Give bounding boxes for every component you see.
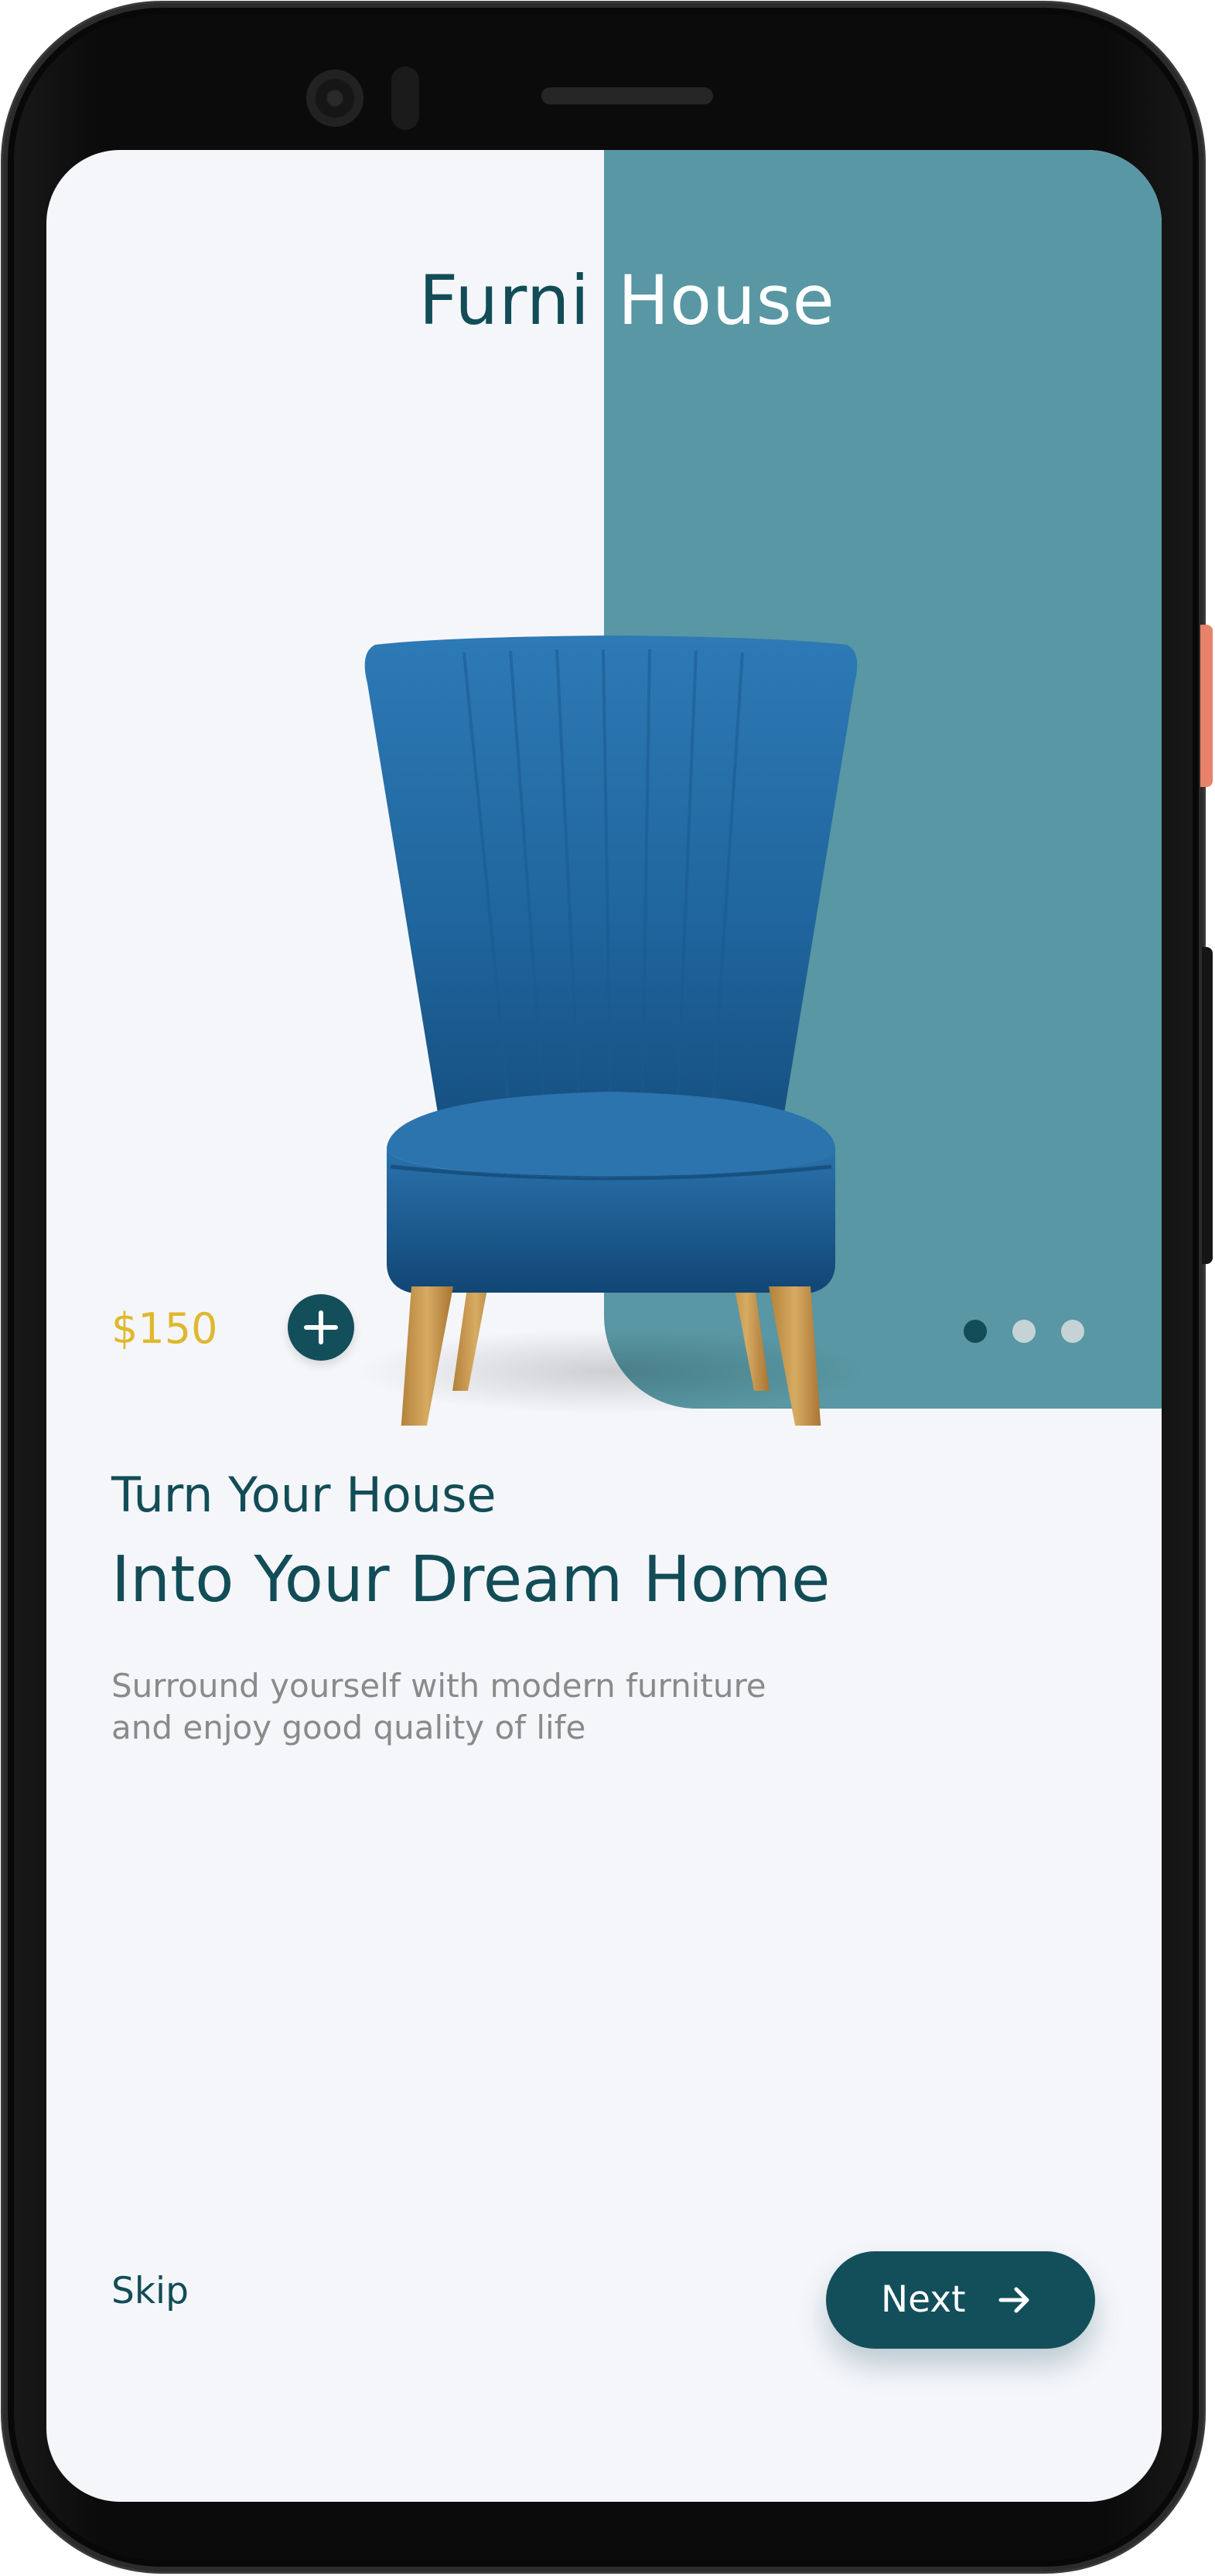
brand-name-second: House <box>618 261 835 340</box>
sensor-icon <box>391 66 419 130</box>
volume-button <box>1202 947 1213 1264</box>
power-button <box>1200 625 1213 787</box>
earpiece-speaker <box>541 87 713 104</box>
skip-button[interactable]: Skip <box>111 2268 189 2315</box>
arrow-right-icon <box>998 2287 1029 2313</box>
onboarding-description: Surround yourself with modern furniture … <box>111 1667 766 1746</box>
onboarding-subtitle: Turn Your House <box>111 1467 497 1523</box>
brand-name-first: Furni <box>418 261 590 340</box>
add-to-cart-button[interactable] <box>288 1294 354 1361</box>
plus-icon <box>304 1310 338 1344</box>
front-camera-icon <box>306 70 363 127</box>
next-button-label: Next <box>881 2278 966 2321</box>
next-button[interactable]: Next <box>826 2251 1095 2349</box>
product-price: $150 <box>111 1304 218 1353</box>
carousel-dot[interactable] <box>1012 1320 1036 1343</box>
carousel-dot[interactable] <box>1061 1320 1084 1343</box>
carousel-dot[interactable] <box>964 1320 987 1343</box>
device-mockup: Furni House $150 Turn Your House Into Yo… <box>0 0 1215 2576</box>
app-title: Furni House <box>46 254 1162 347</box>
carousel-indicator <box>964 1320 1087 1343</box>
onboarding-screen: Furni House $150 Turn Your House Into Yo… <box>46 150 1162 2502</box>
product-image <box>302 467 920 1426</box>
onboarding-headline: Into Your Dream Home <box>111 1543 831 1617</box>
